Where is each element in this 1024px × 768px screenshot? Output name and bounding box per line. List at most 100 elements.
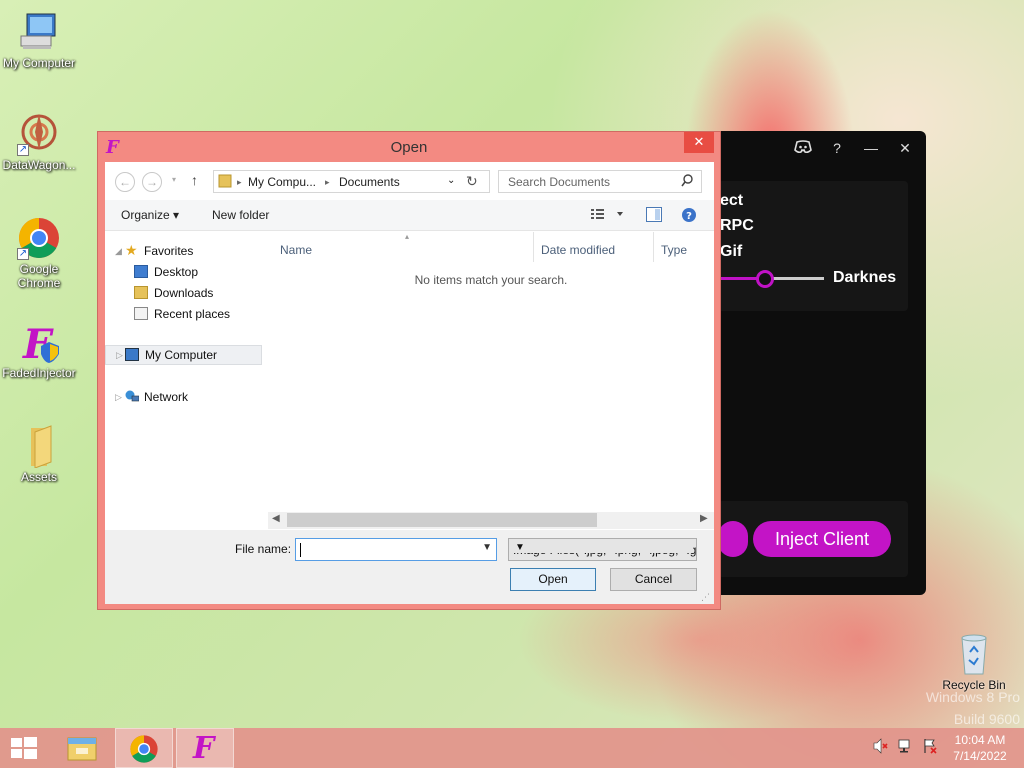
breadcrumb-documents[interactable]: Documents: [339, 175, 400, 189]
refresh-icon[interactable]: ↻: [466, 173, 478, 190]
dialog-titlebar[interactable]: F Open ✕: [98, 132, 720, 162]
taskbar-faded-injector[interactable]: F: [176, 728, 234, 768]
file-name-label: File name:: [235, 542, 292, 556]
nav-downloads[interactable]: Downloads: [105, 283, 262, 303]
desktop-icon-label: My Computer: [2, 56, 76, 70]
taskbar-file-explorer[interactable]: [54, 728, 112, 768]
close-button[interactable]: ✕: [890, 140, 920, 157]
view-options-icon[interactable]: [591, 207, 625, 224]
address-bar[interactable]: ▸ My Compu... ▸ Documents ⌄ ↻: [213, 170, 490, 193]
nav-network[interactable]: ▷ Network: [105, 387, 262, 407]
column-header-type[interactable]: Type: [661, 243, 687, 257]
expand-triangle-icon[interactable]: ▷: [116, 350, 123, 361]
injector-option[interactable]: ect: [720, 192, 743, 210]
nav-label: Network: [144, 390, 189, 404]
desktop-icon-assets[interactable]: Assets: [0, 424, 79, 484]
faded-logo-icon: F: [193, 731, 215, 766]
downloads-folder-icon: [134, 286, 148, 299]
watermark-build: Build 9600: [953, 711, 1020, 727]
expand-triangle-icon[interactable]: ▷: [115, 392, 122, 403]
network-status-icon[interactable]: [898, 738, 914, 757]
nav-favorites[interactable]: ◢ ★ Favorites: [105, 241, 262, 261]
search-input[interactable]: Search Documents: [508, 175, 610, 189]
nav-desktop[interactable]: Desktop: [105, 262, 262, 282]
scroll-right-arrow-icon[interactable]: ▶: [700, 513, 708, 524]
discord-icon[interactable]: [788, 139, 818, 157]
nav-recent-places[interactable]: Recent places: [105, 304, 262, 324]
column-separator[interactable]: [533, 232, 534, 262]
desktop-icon: [134, 265, 148, 278]
text-caret: [300, 543, 301, 557]
desktop-icon-fadedinjector[interactable]: F FadedInjector: [0, 320, 79, 380]
volume-muted-icon[interactable]: [873, 738, 889, 757]
help-button[interactable]: ?: [822, 140, 852, 156]
organize-button[interactable]: Organize ▾: [121, 208, 179, 222]
nav-my-computer[interactable]: ▷ My Computer: [105, 345, 262, 365]
desktop-icon-google-chrome[interactable]: ↗ Google Chrome: [0, 216, 79, 290]
desktop-icon-my-computer[interactable]: My Computer: [0, 10, 79, 70]
open-button[interactable]: Open: [510, 568, 596, 591]
folder-icon: [218, 173, 232, 192]
chevron-down-icon[interactable]: ▼: [482, 542, 492, 553]
dialog-close-button[interactable]: ✕: [684, 132, 714, 153]
sort-arrow-icon: ▴: [405, 232, 410, 241]
injector-titlebar: ? — ✕: [706, 131, 926, 165]
injector-option[interactable]: Gif: [720, 243, 742, 261]
desktop-icon-datawagon[interactable]: ↗ DataWagon...: [0, 112, 79, 172]
help-icon[interactable]: ?: [681, 207, 697, 226]
new-folder-button[interactable]: New folder: [212, 208, 269, 222]
dialog-title: Open: [390, 139, 428, 156]
breadcrumb-my-computer[interactable]: My Compu...: [248, 175, 316, 189]
horizontal-scrollbar[interactable]: ◀ ▶: [268, 512, 714, 529]
column-separator[interactable]: [653, 232, 654, 262]
column-header-name[interactable]: Name: [280, 243, 312, 257]
desktop-icon-recycle-bin[interactable]: Recycle Bin: [934, 632, 1014, 692]
file-list: ▴ Name Date modified Type No items match…: [268, 232, 714, 530]
action-center-icon[interactable]: [922, 738, 938, 757]
cancel-button[interactable]: Cancel: [610, 568, 697, 591]
computer-icon: [125, 348, 139, 361]
file-type-select[interactable]: Image Files(*.jpg; *.png; *.jpeg; *.gif)…: [508, 538, 697, 561]
chevron-down-icon[interactable]: ▼: [513, 542, 693, 553]
resize-grip-icon[interactable]: ⋰: [701, 592, 710, 603]
scroll-left-arrow-icon[interactable]: ◀: [272, 513, 280, 524]
empty-message: No items match your search.: [414, 273, 568, 287]
collapse-triangle-icon[interactable]: ◢: [115, 246, 122, 257]
clock-time: 10:04 AM: [954, 733, 1006, 747]
nav-label: Desktop: [154, 265, 199, 279]
watermark-edition: Windows 8 Pro: [925, 689, 1020, 705]
desktop-icon-label: Assets: [20, 470, 57, 484]
injector-secondary-button[interactable]: [718, 521, 748, 557]
navigation-pane: ◢ ★ Favorites Desktop Downloads Recent p…: [105, 232, 263, 530]
column-header-date-modified[interactable]: Date modified: [541, 243, 615, 257]
desktop-icon-label: Google Chrome: [17, 262, 61, 290]
injector-option[interactable]: RPC: [720, 217, 754, 235]
scrollbar-thumb[interactable]: [287, 513, 597, 527]
system-clock[interactable]: 10:04 AM 7/14/2022: [940, 732, 1020, 764]
desktop-icon-label: DataWagon...: [2, 158, 76, 172]
start-button[interactable]: [0, 728, 58, 768]
forward-arrow-icon[interactable]: →: [142, 172, 162, 192]
minimize-button[interactable]: —: [856, 140, 886, 156]
recent-places-icon: [134, 307, 148, 320]
faded-injector-logo-icon: F: [17, 320, 61, 368]
inject-client-button[interactable]: Inject Client: [753, 521, 891, 557]
windows-watermark: Windows 8 Pro Build 9600: [908, 686, 1020, 730]
address-dropdown-icon[interactable]: ⌄: [447, 175, 455, 186]
injector-options-panel: [718, 181, 908, 311]
up-arrow-icon[interactable]: ↑: [191, 172, 198, 188]
star-icon: ★: [125, 242, 138, 258]
windows-logo-icon: [11, 737, 37, 759]
recent-locations-chevron-icon[interactable]: ▾: [172, 175, 176, 184]
file-explorer-icon: [67, 737, 97, 761]
taskbar-google-chrome[interactable]: [115, 728, 173, 768]
search-icon[interactable]: [681, 174, 693, 191]
preview-pane-icon[interactable]: [646, 207, 662, 225]
darkness-slider-knob[interactable]: [756, 270, 774, 288]
file-name-input[interactable]: ▼: [295, 538, 497, 561]
search-box[interactable]: Search Documents: [498, 170, 702, 193]
folder-icon: [17, 424, 61, 469]
computer-icon: [17, 10, 61, 54]
back-arrow-icon[interactable]: ←: [115, 172, 135, 192]
network-icon: [125, 390, 140, 403]
